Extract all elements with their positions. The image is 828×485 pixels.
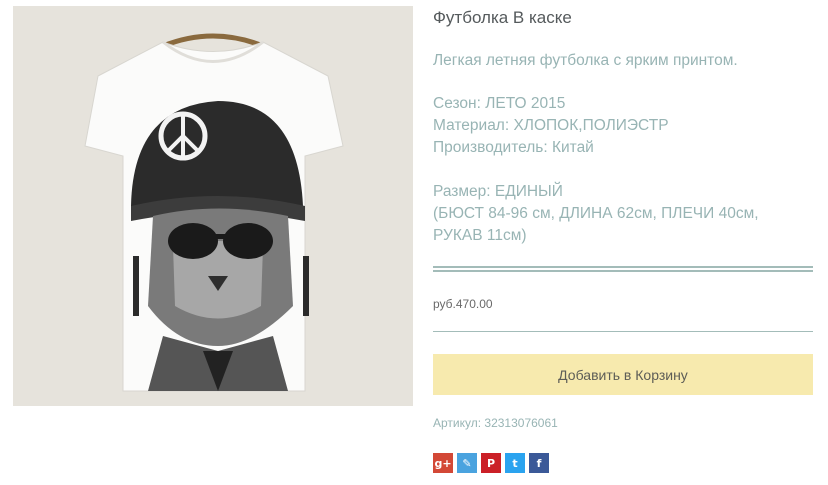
google-plus-icon[interactable]: g+: [433, 453, 453, 473]
product-title: Футболка В каске: [433, 8, 572, 27]
product-description: Легкая летняя футболка с ярким принтом.: [433, 52, 738, 69]
pinterest-icon[interactable]: P: [481, 453, 501, 473]
facebook-icon[interactable]: f: [529, 453, 549, 473]
spec-measurements-1: (БЮСТ 84-96 см, ДЛИНА 62см, ПЛЕЧИ 40см,: [433, 205, 759, 222]
twitter-icon[interactable]: t: [505, 453, 525, 473]
product-sku: Артикул: 32313076061: [433, 416, 558, 430]
add-to-cart-button[interactable]: Добавить в Корзину: [433, 354, 813, 395]
product-specs: Сезон: ЛЕТО 2015 Материал: ХЛОПОК,ПОЛИЭС…: [433, 93, 669, 159]
spec-size: Размер: ЕДИНЫЙ: [433, 183, 563, 200]
tshirt-illustration: [13, 6, 413, 406]
product-image[interactable]: [13, 6, 413, 406]
share-buttons: g+ ✎ P t f: [433, 453, 549, 473]
spec-material: Материал: ХЛОПОК,ПОЛИЭСТР: [433, 117, 669, 134]
livejournal-icon[interactable]: ✎: [457, 453, 477, 473]
divider-double: [433, 266, 813, 272]
spec-measurements-2: РУКАВ 11см): [433, 227, 527, 244]
spec-manufacturer: Производитель: Китай: [433, 139, 594, 156]
product-price: руб.470.00: [433, 297, 493, 311]
divider: [433, 331, 813, 332]
spec-season: Сезон: ЛЕТО 2015: [433, 95, 566, 112]
product-size-info: Размер: ЕДИНЫЙ (БЮСТ 84-96 см, ДЛИНА 62с…: [433, 181, 813, 247]
